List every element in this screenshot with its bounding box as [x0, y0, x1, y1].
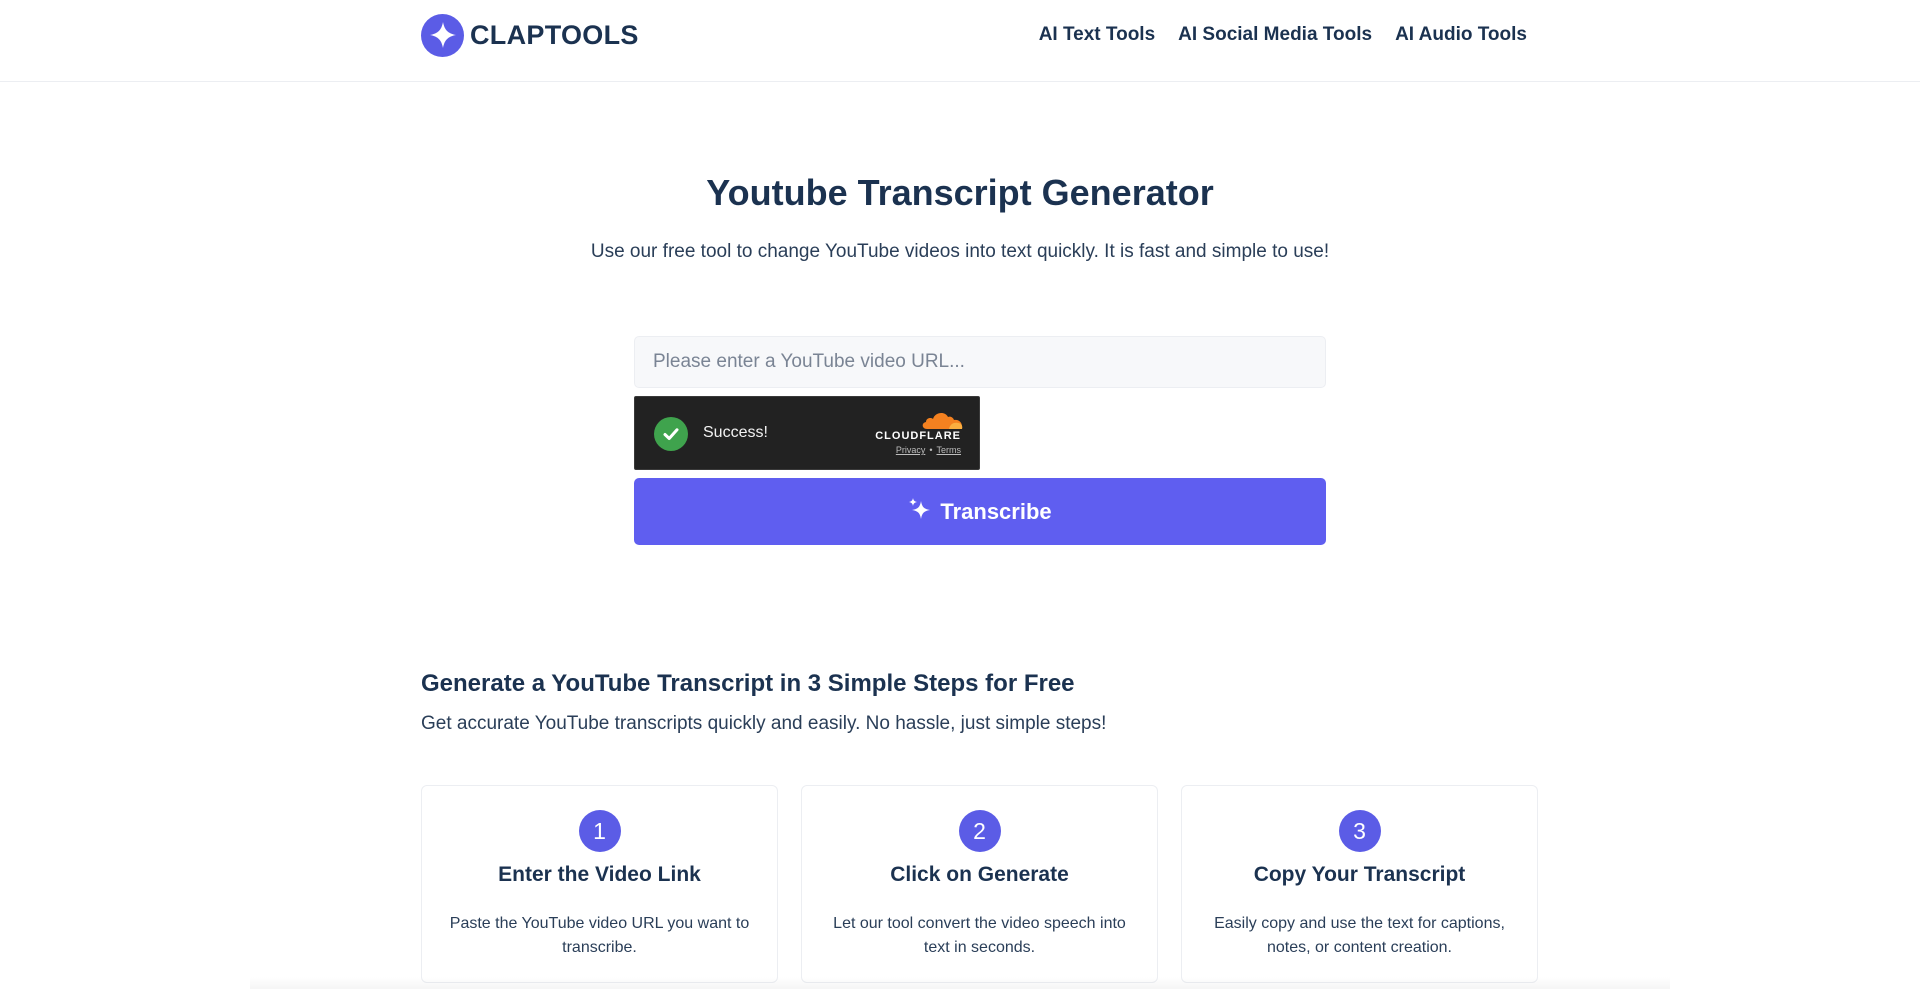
page-title: Youtube Transcript Generator: [706, 172, 1214, 213]
captcha-status: Success!: [703, 424, 768, 441]
transcribe-button[interactable]: Transcribe: [634, 478, 1326, 545]
step-description: Let our tool convert the video speech in…: [833, 915, 1126, 956]
step-title: Enter the Video Link: [498, 863, 701, 886]
terms-link[interactable]: Terms: [937, 445, 962, 455]
transcribe-button-label: Transcribe: [940, 498, 1052, 524]
brand-name: CLAPTOOLS: [470, 19, 639, 50]
step-number-badge: 3: [1338, 810, 1381, 852]
captcha-links: Privacy • Terms: [896, 445, 961, 455]
main-nav: AI Text Tools AI Social Media Tools AI A…: [1039, 22, 1527, 48]
step-description: Paste the YouTube video URL you want to …: [449, 915, 750, 956]
cloudflare-brand: CLOUDFLARE: [875, 430, 961, 442]
step-description: Easily copy and use the text for caption…: [1214, 915, 1505, 956]
youtube-url-input[interactable]: [634, 336, 1326, 388]
step-title: Copy Your Transcript: [1253, 863, 1466, 886]
step-number-badge: 2: [958, 810, 1001, 852]
page-subtitle: Use our free tool to change YouTube vide…: [590, 241, 1330, 262]
brand-logo[interactable]: CLAPTOOLS: [421, 13, 639, 57]
nav-item-ai-text-tools[interactable]: AI Text Tools: [1039, 22, 1155, 48]
steps-section-subtitle: Get accurate YouTube transcripts quickly…: [421, 713, 1107, 734]
sparkle-icon: [421, 13, 464, 57]
nav-item-ai-audio-tools[interactable]: AI Audio Tools: [1395, 22, 1527, 48]
bottom-shadow: [250, 977, 1670, 989]
checkmark-icon: [654, 417, 688, 451]
step-card-3: 3 Copy Your Transcript Easily copy and u…: [1181, 785, 1538, 983]
privacy-link[interactable]: Privacy: [896, 445, 926, 455]
link-separator: •: [929, 445, 933, 455]
sparkles-icon: [908, 497, 932, 527]
step-card-1: 1 Enter the Video Link Paste the YouTube…: [421, 785, 778, 983]
step-card-2: 2 Click on Generate Let our tool convert…: [801, 785, 1158, 983]
site-header: CLAPTOOLS AI Text Tools AI Social Media …: [0, 0, 1920, 82]
step-title: Click on Generate: [890, 863, 1069, 886]
step-number-badge: 1: [578, 810, 621, 852]
steps-section-title: Generate a YouTube Transcript in 3 Simpl…: [421, 670, 1075, 697]
nav-item-ai-social-media-tools[interactable]: AI Social Media Tools: [1178, 22, 1372, 48]
cloudflare-captcha-widget[interactable]: Success! CLOUDFLARE Privacy • Terms: [634, 396, 980, 470]
